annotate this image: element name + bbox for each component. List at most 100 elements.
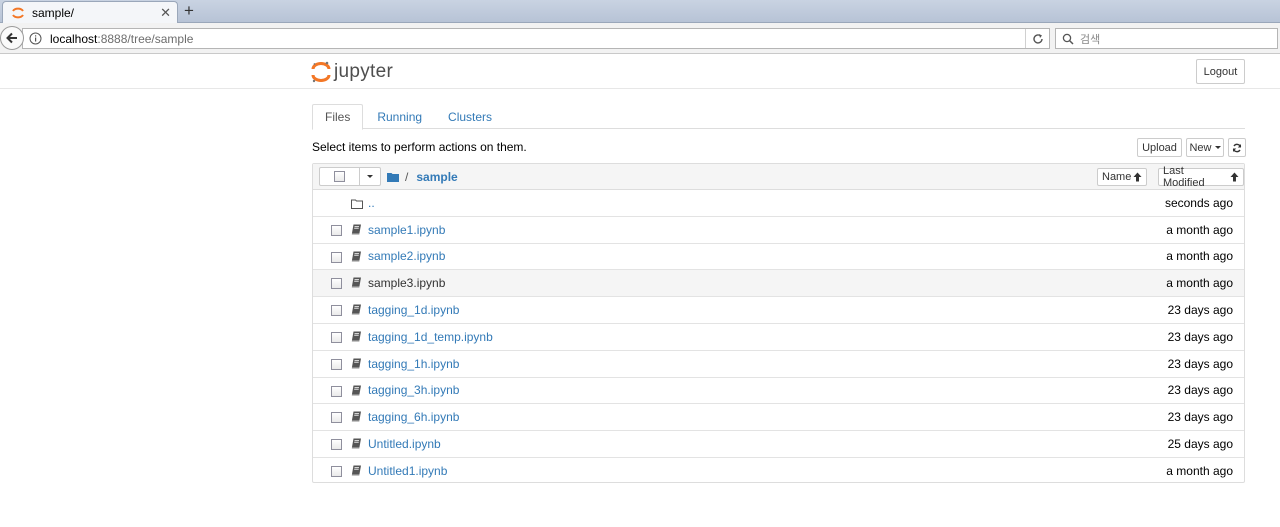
row-checkbox[interactable] — [331, 465, 342, 477]
parent-directory-link[interactable]: .. — [368, 196, 375, 210]
breadcrumb-folder-link[interactable]: sample — [416, 170, 457, 184]
reload-button[interactable] — [1025, 29, 1049, 48]
browser-nav-bar: localhost:8888/tree/sample 검색 — [0, 23, 1280, 54]
back-arrow-icon — [6, 32, 17, 44]
table-row[interactable]: sample1.ipynb a month ago — [313, 217, 1244, 244]
file-name-link[interactable]: Untitled.ipynb — [368, 437, 441, 451]
list-item-parent[interactable]: .. seconds ago — [313, 190, 1244, 217]
row-checkbox[interactable] — [331, 358, 342, 370]
file-modified: a month ago — [1166, 249, 1233, 264]
row-checkbox[interactable] — [331, 439, 342, 451]
file-name-link[interactable]: sample3.ipynb — [368, 276, 445, 290]
table-row[interactable]: tagging_1d_temp.ipynb 23 days ago — [313, 324, 1244, 351]
url-bar[interactable]: localhost:8888/tree/sample — [22, 28, 1050, 49]
file-modified: seconds ago — [1164, 195, 1233, 210]
breadcrumb-separator: / — [405, 169, 409, 184]
table-row[interactable]: tagging_3h.ipynb 23 days ago — [313, 378, 1244, 405]
file-name-link[interactable]: tagging_3h.ipynb — [368, 383, 459, 397]
file-modified: a month ago — [1166, 276, 1233, 291]
folder-icon[interactable] — [387, 172, 399, 182]
notebook-icon — [351, 331, 361, 342]
caret-down-icon — [1214, 146, 1221, 149]
file-name-link[interactable]: sample1.ipynb — [368, 223, 445, 237]
info-icon[interactable] — [29, 32, 42, 45]
browser-tab-title: sample/ — [32, 5, 75, 20]
row-checkbox[interactable] — [331, 412, 342, 424]
file-name-link[interactable]: tagging_1h.ipynb — [368, 357, 459, 371]
file-modified: a month ago — [1166, 464, 1233, 479]
logout-button[interactable]: Logout — [1196, 59, 1245, 84]
new-button-label: New — [1189, 141, 1212, 154]
select-all-checkbox-wrap[interactable] — [320, 168, 360, 185]
file-name-link[interactable]: Untitled1.ipynb — [368, 464, 447, 478]
close-tab-icon[interactable]: ✕ — [160, 6, 171, 19]
file-modified: 23 days ago — [1167, 410, 1233, 425]
file-name-link[interactable]: tagging_6h.ipynb — [368, 410, 459, 424]
dashboard-tabs: Files Running Clusters — [312, 104, 1245, 130]
table-row[interactable]: tagging_1d.ipynb 23 days ago — [313, 297, 1244, 324]
sort-modified-label: Last Modified — [1163, 165, 1205, 189]
upload-button[interactable]: Upload — [1137, 138, 1182, 157]
jupyter-header: jupyter Logout — [0, 54, 1280, 89]
row-checkbox[interactable] — [331, 278, 342, 290]
new-dropdown-button[interactable]: New — [1186, 138, 1224, 157]
new-tab-button[interactable]: + — [184, 2, 194, 20]
file-list: / sample Name Last Modified .. seconds a… — [312, 163, 1245, 483]
table-row[interactable]: Untitled1.ipynb a month ago — [313, 458, 1244, 485]
select-menu-dropdown[interactable] — [360, 168, 380, 185]
notebook-icon — [351, 438, 361, 449]
notebook-icon — [351, 411, 361, 422]
sort-name-label: Name — [1102, 171, 1132, 183]
table-row[interactable]: sample3.ipynb a month ago — [313, 270, 1244, 298]
row-checkbox[interactable] — [331, 331, 342, 343]
url-host: localhost — [50, 31, 98, 46]
notebook-icon — [351, 465, 361, 476]
table-row[interactable]: sample2.ipynb a month ago — [313, 244, 1244, 271]
selection-hint: Select items to perform actions on them. — [312, 140, 527, 154]
jupyter-logo-text: jupyter — [334, 61, 394, 82]
refresh-icon — [1232, 143, 1242, 152]
back-button[interactable] — [0, 26, 24, 50]
file-modified: 25 days ago — [1167, 437, 1233, 452]
file-modified: 23 days ago — [1167, 356, 1233, 371]
file-modified: 23 days ago — [1167, 329, 1233, 344]
tab-files[interactable]: Files — [312, 104, 364, 130]
sort-by-name-button[interactable]: Name — [1097, 168, 1148, 186]
search-bar[interactable]: 검색 — [1055, 28, 1278, 49]
table-row[interactable]: Untitled.ipynb 25 days ago — [313, 431, 1244, 458]
file-modified: 23 days ago — [1167, 303, 1233, 318]
tab-running[interactable]: Running — [365, 104, 434, 129]
notebook-icon — [351, 224, 361, 235]
notebook-icon — [351, 304, 361, 315]
select-all-control[interactable] — [319, 167, 381, 186]
browser-tab-strip: sample/ ✕ + — [0, 0, 1280, 23]
url-path: :8888/tree/sample — [97, 31, 194, 46]
browser-tab[interactable]: sample/ ✕ — [2, 1, 178, 23]
file-name-link[interactable]: tagging_1d_temp.ipynb — [368, 330, 493, 344]
caret-down-icon — [367, 175, 373, 178]
file-list-header: / sample Name Last Modified — [313, 164, 1244, 190]
select-all-checkbox[interactable] — [334, 171, 345, 182]
jupyter-logo-icon — [311, 61, 331, 83]
reload-icon — [1032, 33, 1043, 44]
jupyter-logo[interactable]: jupyter — [311, 60, 393, 84]
arrow-up-icon — [1133, 172, 1142, 182]
notebook-icon — [351, 277, 361, 288]
row-checkbox[interactable] — [331, 305, 342, 317]
jupyter-favicon-icon — [12, 7, 24, 18]
search-icon — [1062, 33, 1074, 45]
table-row[interactable]: tagging_6h.ipynb 23 days ago — [313, 404, 1244, 432]
row-checkbox[interactable] — [331, 251, 342, 263]
file-modified: 23 days ago — [1167, 383, 1233, 398]
notebook-icon — [351, 251, 361, 262]
table-row[interactable]: tagging_1h.ipynb 23 days ago — [313, 351, 1244, 378]
file-name-link[interactable]: tagging_1d.ipynb — [368, 303, 459, 317]
arrow-up-icon — [1230, 172, 1239, 182]
tab-clusters[interactable]: Clusters — [436, 104, 504, 129]
row-checkbox[interactable] — [331, 385, 342, 397]
notebook-icon — [351, 385, 361, 396]
refresh-button[interactable] — [1228, 138, 1246, 157]
sort-by-modified-button[interactable]: Last Modified — [1158, 165, 1244, 189]
file-name-link[interactable]: sample2.ipynb — [368, 249, 445, 263]
row-checkbox[interactable] — [331, 224, 342, 236]
